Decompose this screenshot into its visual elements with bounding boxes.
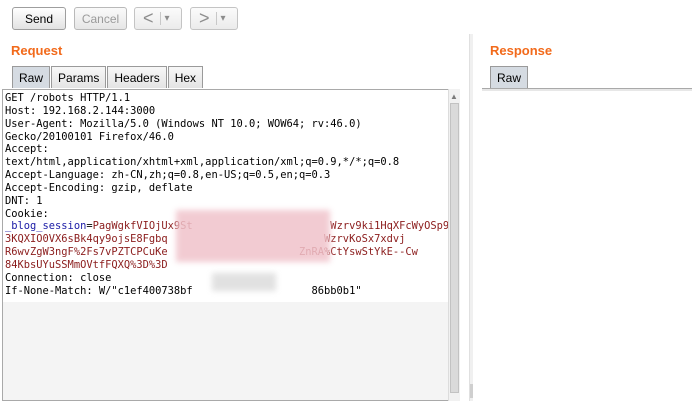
request-tabs: Raw Params Headers Hex — [12, 66, 204, 88]
redaction-blur — [212, 273, 276, 291]
dropdown-arrow-icon[interactable]: ▾ — [165, 13, 170, 24]
redaction-blur — [176, 210, 330, 262]
header-accept-encoding: Accept-Encoding: gzip, deflate — [5, 181, 193, 194]
tab-raw[interactable]: Raw — [12, 66, 51, 88]
request-line: GET /robots HTTP/1.1 — [5, 92, 131, 104]
editor-empty-area — [3, 302, 449, 400]
header-host: Host: 192.168.2.144:3000 — [5, 104, 156, 117]
header-dnt: DNT: 1 — [5, 194, 43, 207]
header-user-agent: User-Agent: Mozilla/5.0 (Windows NT 10.0… — [5, 117, 362, 130]
forward-button[interactable]: > ▾ — [190, 7, 238, 30]
chevron-right-icon: > — [199, 8, 210, 28]
header-accept: Accept: — [5, 143, 49, 156]
request-title: Request — [11, 43, 63, 58]
dropdown-arrow-icon[interactable]: ▾ — [221, 13, 226, 24]
response-title: Response — [490, 43, 553, 58]
header-connection: Connection: close — [5, 271, 112, 284]
scroll-up-arrow-icon[interactable]: ▲ — [450, 92, 458, 101]
chevron-left-icon: < — [143, 8, 154, 28]
divider-grip[interactable] — [470, 384, 473, 398]
header-if-none-match: If-None-Match: W/"c1ef400738bf 86bb0b1" — [5, 284, 362, 297]
header-accept-value: text/html,application/xhtml+xml,applicat… — [5, 156, 400, 169]
separator — [159, 12, 161, 25]
scroll-thumb[interactable] — [450, 103, 459, 393]
tab-raw[interactable]: Raw — [490, 66, 529, 88]
cookie-value-4: 84KbsUYuSSMmOVtfFQXQ%3D%3D — [5, 258, 168, 271]
header-accept-language: Accept-Language: zh-CN,zh;q=0.8,en-US;q=… — [5, 169, 331, 182]
header-cookie: Cookie: — [5, 207, 49, 220]
cancel-button[interactable]: Cancel — [74, 7, 127, 30]
tab-headers[interactable]: Headers — [107, 66, 167, 88]
header-user-agent-cont: Gecko/20100101 Firefox/46.0 — [5, 130, 174, 143]
separator — [215, 12, 217, 25]
tab-params[interactable]: Params — [51, 66, 107, 88]
send-button[interactable]: Send — [12, 7, 66, 30]
cookie-name: _blog_session — [5, 220, 87, 233]
editor-scrollbar[interactable]: ▲ — [448, 89, 460, 401]
back-button[interactable]: < ▾ — [134, 7, 182, 30]
request-text[interactable]: GET /robots HTTP/1.1 Host: 192.168.2.144… — [5, 92, 459, 298]
response-tabs: Raw — [490, 66, 529, 88]
tab-hex[interactable]: Hex — [167, 66, 204, 88]
response-editor[interactable] — [482, 88, 692, 91]
split-pane-divider[interactable] — [469, 34, 473, 401]
toolbar: Send Cancel < ▾ > ▾ — [0, 0, 692, 38]
